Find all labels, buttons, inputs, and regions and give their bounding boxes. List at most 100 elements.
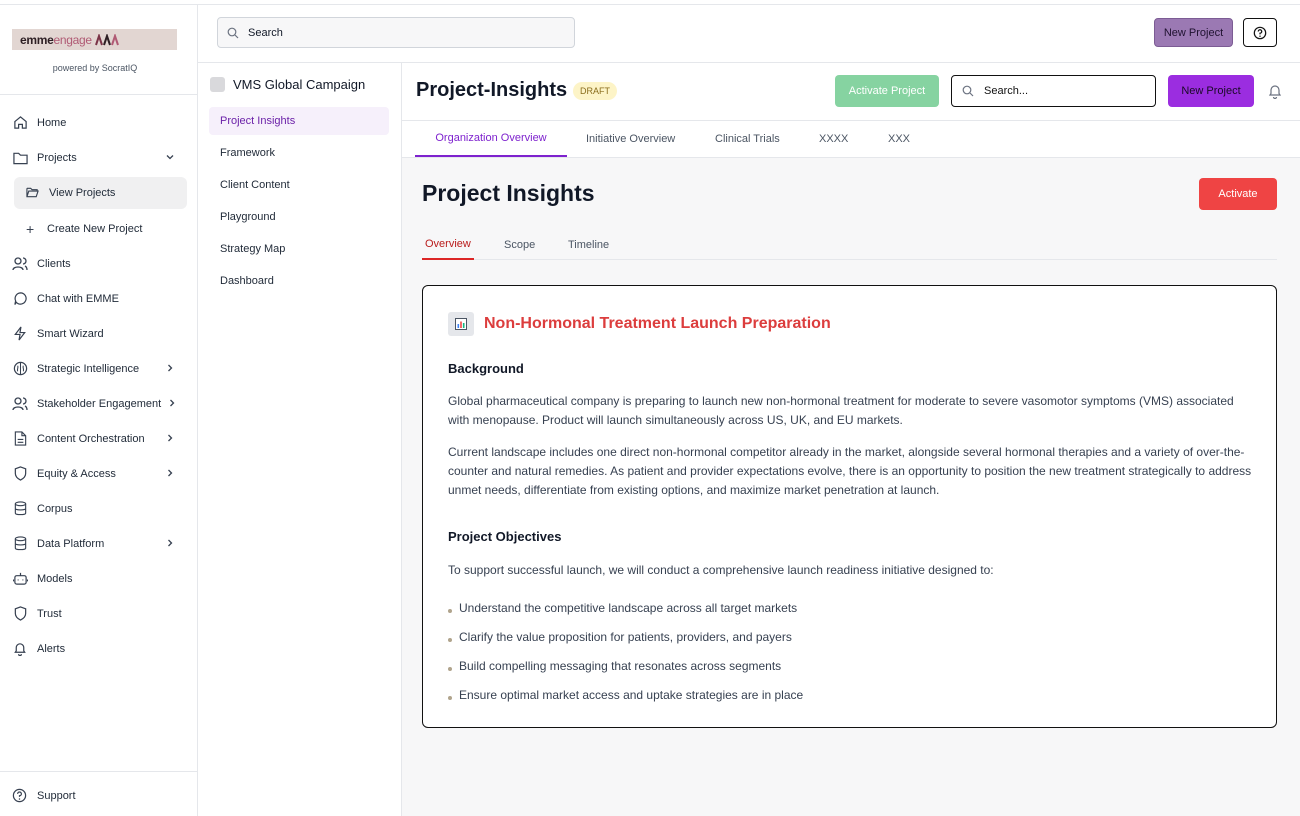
project-name[interactable]: VMS Global Campaign [210, 77, 365, 92]
card-title: Non-Hormonal Treatment Launch Preparatio… [484, 315, 831, 332]
sidebar-item-clients[interactable]: Clients [0, 246, 198, 281]
sidebar-item-equity-access[interactable]: Equity & Access [0, 456, 198, 491]
sidebar-item-view-projects[interactable]: View Projects [14, 177, 187, 209]
folder-icon [12, 150, 28, 166]
help-button[interactable] [1243, 18, 1277, 47]
activate-project-button[interactable]: Activate Project [835, 75, 939, 107]
new-project-button[interactable]: New Project [1154, 18, 1233, 47]
help-circle-icon [1253, 26, 1267, 39]
plus-icon: + [26, 220, 35, 237]
sidebar-item-label: View Projects [49, 187, 116, 199]
sidebar-item-label: Create New Project [47, 222, 143, 235]
list-item: Understand the competitive landscape acr… [448, 593, 803, 622]
list-item: Clarify the value proposition for patien… [448, 622, 803, 651]
sidebar-item-label: Home [37, 116, 67, 129]
sidebar-item-projects[interactable]: Projects [0, 140, 198, 175]
notifications-bell-icon[interactable] [1268, 83, 1282, 99]
objectives-intro: To support successful launch, we will co… [448, 563, 994, 577]
sidebar-item-trust[interactable]: Trust [0, 596, 198, 631]
sidebar-item-label: Stakeholder Engagement [37, 397, 162, 410]
project-search-input[interactable]: Search... [951, 75, 1156, 107]
project-menu-item-playground[interactable]: Playground [209, 203, 389, 231]
sidebar-item-models[interactable]: Models [0, 561, 198, 596]
sidebar-item-alerts[interactable]: Alerts [0, 631, 198, 666]
objectives-list: Understand the competitive landscape acr… [448, 593, 803, 709]
sidebar-item-create-new-project[interactable]: + Create New Project [0, 211, 198, 246]
sidebar-item-stakeholder-engagement[interactable]: Stakeholder Engagement [0, 386, 198, 421]
global-search-input[interactable]: Search [217, 17, 575, 48]
tab-initiative-overview[interactable]: Initiative Overview [586, 121, 675, 157]
sidebar-item-support[interactable]: Support [12, 788, 76, 804]
project-menu-item-project-insights[interactable]: Project Insights [209, 107, 389, 135]
project-name-label: VMS Global Campaign [233, 77, 366, 92]
chevron-right-icon[interactable] [164, 362, 176, 374]
background-heading: Background [448, 361, 524, 376]
subtab-overview[interactable]: Overview [422, 230, 474, 260]
sidebar-item-label: Chat with EMME [37, 292, 119, 305]
chevron-right-icon[interactable] [166, 397, 178, 409]
tab-xxx[interactable]: XXX [888, 121, 910, 157]
tab-xxxx[interactable]: XXXX [819, 121, 848, 157]
database-icon [12, 501, 28, 517]
robot-icon [12, 571, 28, 587]
project-tabs: Organization Overview Initiative Overvie… [402, 121, 1300, 158]
bullet-icon [448, 637, 452, 642]
project-menu-item-client-content[interactable]: Client Content [209, 171, 389, 199]
sidebar-item-corpus[interactable]: Corpus [0, 491, 198, 526]
subtab-timeline[interactable]: Timeline [565, 230, 612, 260]
sidebar-item-strategic-intelligence[interactable]: Strategic Intelligence [0, 351, 198, 386]
list-item: Build compelling messaging that resonate… [448, 651, 803, 680]
sidebar-item-chat[interactable]: Chat with EMME [0, 281, 198, 316]
top-bar: Search New Project [198, 5, 1300, 63]
sidebar-item-home[interactable]: Home [0, 105, 198, 140]
sidebar-divider [0, 94, 198, 95]
card-header: Non-Hormonal Treatment Launch Preparatio… [448, 312, 831, 336]
bell-icon [12, 641, 28, 657]
sidebar-item-smart-wizard[interactable]: Smart Wizard [0, 316, 198, 351]
list-item: Ensure optimal market access and uptake … [448, 680, 803, 709]
search-placeholder: Search [248, 26, 283, 39]
sidebar-divider [0, 771, 198, 772]
project-menu-item-strategy-map[interactable]: Strategy Map [209, 235, 389, 263]
sidebar-item-label: Trust [37, 607, 62, 620]
folder-open-icon [26, 186, 40, 200]
sidebar-item-data-platform[interactable]: Data Platform [0, 526, 198, 561]
sidebar-item-label: Data Platform [37, 537, 105, 550]
powered-by-label: powered by SocratIQ [52, 63, 138, 73]
project-menu: Project Insights Framework Client Conten… [209, 107, 389, 299]
project-menu-item-framework[interactable]: Framework [209, 139, 389, 167]
tab-clinical-trials[interactable]: Clinical Trials [715, 121, 780, 157]
sidebar-item-content-orchestration[interactable]: Content Orchestration [0, 421, 198, 456]
document-icon [12, 431, 28, 447]
subtab-scope[interactable]: Scope [501, 230, 538, 260]
bullet-icon [448, 695, 452, 700]
sidebar-item-label: Equity & Access [37, 467, 116, 480]
shield-icon [12, 466, 28, 482]
activate-button[interactable]: Activate [1199, 178, 1277, 210]
tab-organization-overview[interactable]: Organization Overview [415, 121, 567, 157]
sidebar-item-label: Content Orchestration [37, 432, 145, 445]
sidebar-item-label: Strategic Intelligence [37, 362, 140, 375]
chevron-right-icon[interactable] [164, 467, 176, 479]
chevron-right-icon[interactable] [164, 432, 176, 444]
chevron-right-icon[interactable] [164, 537, 176, 549]
brain-icon [12, 361, 28, 377]
project-sidebar: VMS Global Campaign Project Insights Fra… [198, 63, 402, 816]
help-circle-icon [12, 788, 28, 804]
users-icon [12, 396, 28, 412]
project-menu-item-dashboard[interactable]: Dashboard [209, 267, 389, 295]
page-title: Project-Insights [416, 79, 568, 101]
app-logo[interactable]: emmeengage [12, 29, 177, 50]
chart-icon [448, 312, 474, 336]
bullet-icon [448, 666, 452, 671]
sidebar-item-label: Support [37, 790, 76, 802]
chat-icon [12, 291, 28, 307]
new-project-button[interactable]: New Project [1168, 75, 1254, 107]
shield-icon [12, 606, 28, 622]
users-icon [12, 256, 28, 272]
background-paragraph-2: Current landscape includes one direct no… [448, 445, 1252, 497]
insight-subtabs: Overview Scope Timeline [422, 230, 1277, 260]
home-icon [12, 115, 28, 131]
chevron-down-icon[interactable] [164, 151, 176, 163]
sidebar-item-label: Smart Wizard [37, 327, 104, 340]
